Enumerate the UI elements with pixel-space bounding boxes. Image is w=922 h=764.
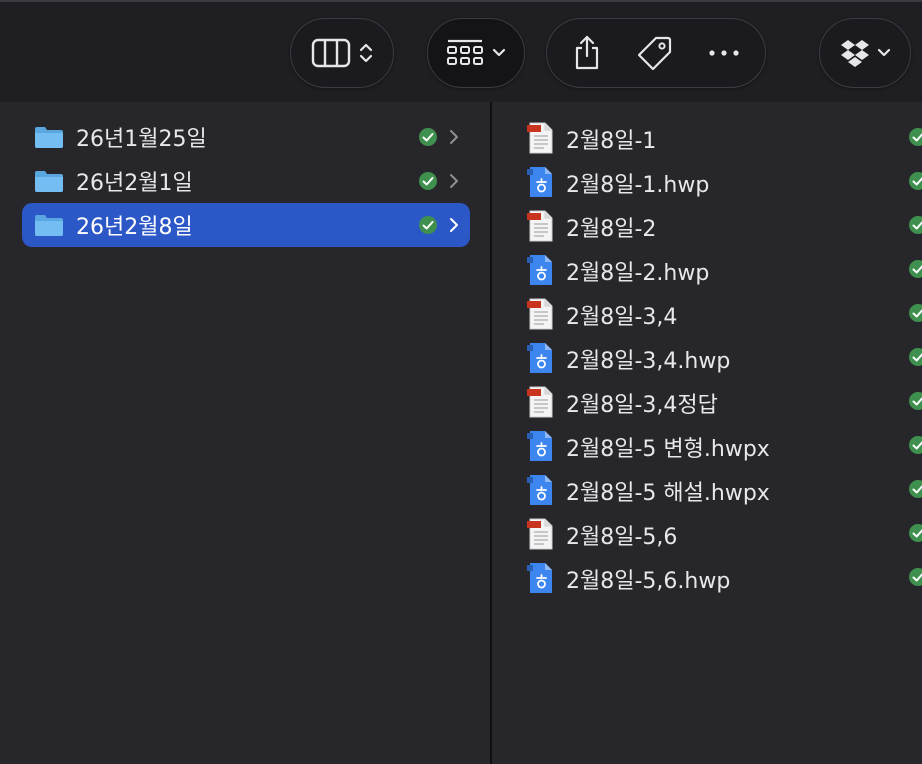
file-name: 2월8일-5,6.hwp	[566, 569, 731, 594]
file-row[interactable]: 2월8일-5,6.hwp	[492, 555, 922, 599]
group-by-button[interactable]	[427, 18, 525, 88]
file-row[interactable]: 2월8일-5 해설.hwpx	[492, 467, 922, 511]
file-row[interactable]: 2월8일-1	[492, 115, 922, 159]
chevron-right-icon	[450, 218, 458, 232]
ellipsis-icon[interactable]	[708, 28, 740, 78]
chevron-down-icon	[492, 28, 506, 78]
hwp-file-icon	[527, 167, 552, 197]
sync-check-icon	[909, 172, 922, 190]
folder-row[interactable]: 26년1월25일	[22, 115, 470, 159]
hwp-file-icon	[527, 431, 552, 461]
sync-check-icon	[909, 304, 922, 322]
chevron-right-icon	[450, 174, 458, 188]
file-row[interactable]: 2월8일-3,4	[492, 291, 922, 335]
file-column: 2월8일-1 2월8일-1.hwp 2월8일-2 2월8일-2.hwp 2월8일-3,4…	[492, 102, 922, 764]
hwp-file-icon	[527, 563, 552, 593]
file-row[interactable]: 2월8일-5 변형.hwpx	[492, 423, 922, 467]
file-row[interactable]: 2월8일-2.hwp	[492, 247, 922, 291]
sync-check-icon	[419, 128, 437, 146]
file-row[interactable]: 2월8일-3,4.hwp	[492, 335, 922, 379]
sync-check-icon	[909, 480, 922, 498]
folder-row-selected[interactable]: 26년2월8일	[22, 203, 470, 247]
file-name: 2월8일-1.hwp	[566, 173, 710, 198]
grid-group-icon	[446, 28, 484, 78]
hwp-file-icon	[527, 255, 552, 285]
sync-check-icon	[909, 436, 922, 454]
toolbar	[0, 2, 922, 102]
file-row[interactable]: 2월8일-2	[492, 203, 922, 247]
column-view-icon	[311, 28, 351, 78]
file-name: 2월8일-2	[566, 217, 657, 242]
file-name: 2월8일-5,6	[566, 525, 678, 550]
sync-check-icon	[909, 568, 922, 586]
folder-column: 26년1월25일 26년2월1일 26년2월8일	[0, 102, 490, 764]
document-icon	[527, 298, 553, 330]
actions-group	[546, 18, 766, 88]
finder-window: 26년1월25일 26년2월1일 26년2월8일 2월8일-1 2월8일-1.h…	[0, 0, 922, 764]
hwp-file-icon	[527, 343, 552, 373]
chevron-updown-icon	[359, 28, 373, 78]
chevron-right-icon	[450, 130, 458, 144]
sync-check-icon	[419, 172, 437, 190]
file-name: 2월8일-3,4.hwp	[566, 349, 731, 374]
folder-name: 26년1월25일	[76, 127, 207, 152]
sync-check-icon	[909, 392, 922, 410]
chevron-down-icon	[877, 28, 891, 78]
file-row[interactable]: 2월8일-5,6	[492, 511, 922, 555]
folder-name: 26년2월1일	[76, 171, 193, 196]
file-row[interactable]: 2월8일-1.hwp	[492, 159, 922, 203]
file-name: 2월8일-3,4	[566, 305, 678, 330]
folder-icon	[35, 127, 63, 148]
sync-check-icon	[909, 216, 922, 234]
hwp-file-icon	[527, 475, 552, 505]
file-name: 2월8일-1	[566, 129, 657, 154]
sync-check-icon	[909, 128, 922, 146]
folder-row[interactable]: 26년2월1일	[22, 159, 470, 203]
document-icon	[527, 518, 553, 550]
sync-check-icon	[909, 348, 922, 366]
share-icon[interactable]	[572, 28, 602, 78]
file-name: 2월8일-5 변형.hwpx	[566, 437, 770, 462]
document-icon	[527, 386, 553, 418]
folder-icon	[35, 215, 63, 236]
document-icon	[527, 122, 553, 154]
file-row[interactable]: 2월8일-3,4정답	[492, 379, 922, 423]
file-name: 2월8일-3,4정답	[566, 393, 718, 418]
sync-check-icon	[909, 260, 922, 278]
dropbox-icon	[839, 28, 871, 78]
view-toggle-button[interactable]	[290, 18, 394, 88]
document-icon	[527, 210, 553, 242]
file-name: 2월8일-2.hwp	[566, 261, 710, 286]
folder-name: 26년2월8일	[76, 215, 193, 240]
file-name: 2월8일-5 해설.hwpx	[566, 481, 770, 506]
dropbox-button[interactable]	[819, 18, 911, 88]
tag-icon[interactable]	[636, 28, 674, 78]
folder-icon	[35, 171, 63, 192]
sync-check-icon	[419, 216, 437, 234]
sync-check-icon	[909, 524, 922, 542]
